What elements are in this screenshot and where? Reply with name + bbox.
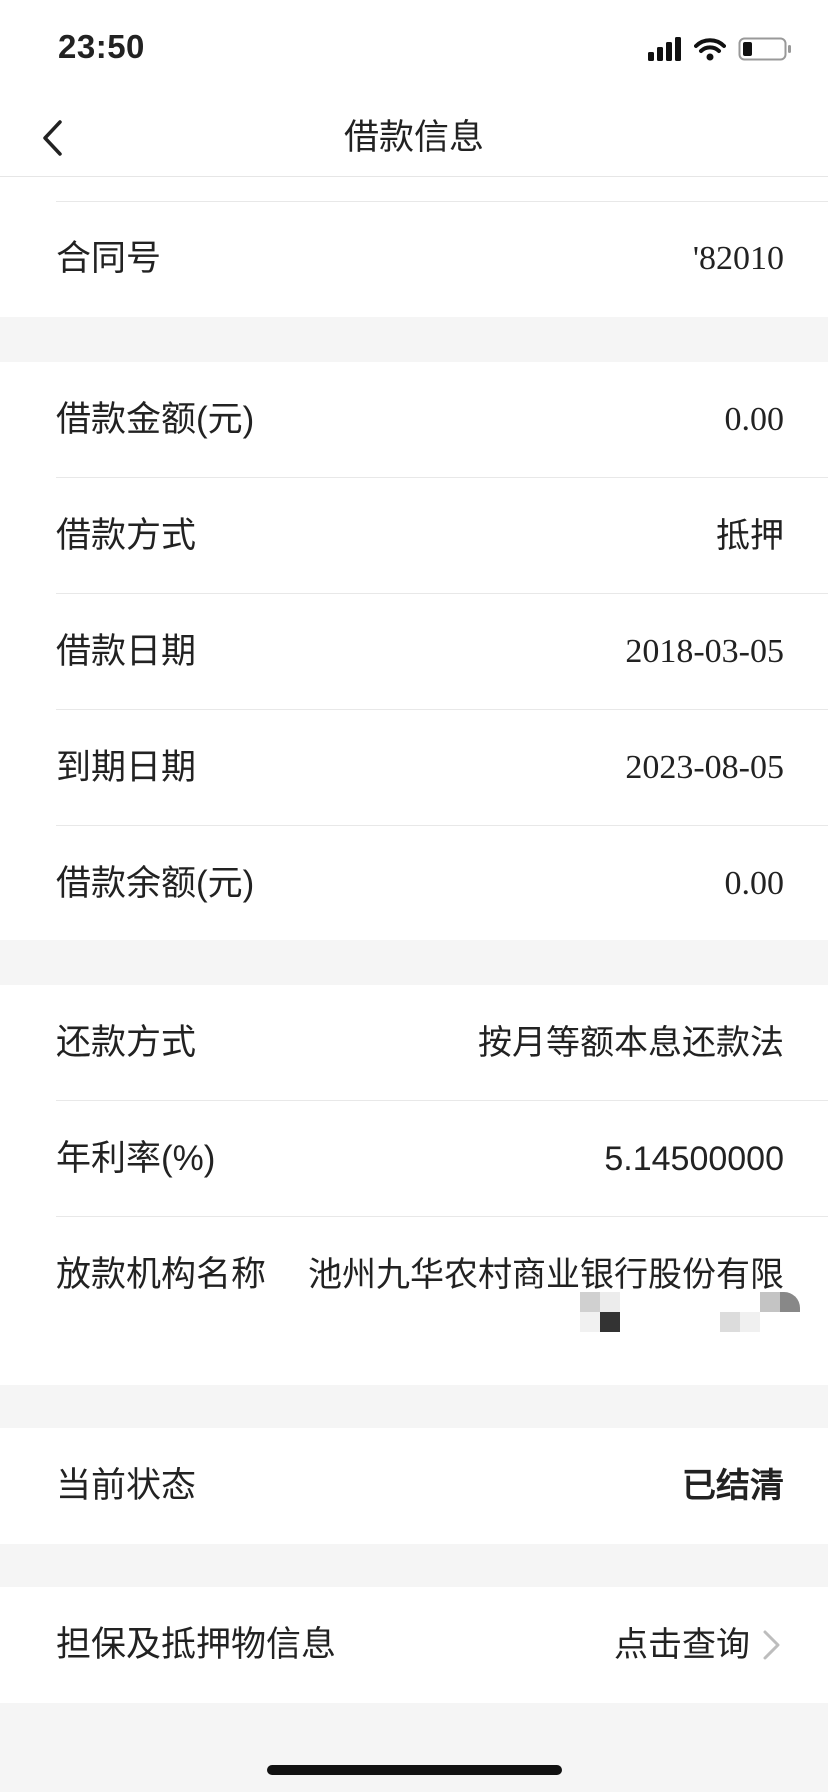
repay-method-label: 还款方式 [56, 1023, 197, 1062]
loan-method-row: 借款方式 抵押 [0, 478, 828, 594]
system-icons [648, 36, 792, 66]
query-link[interactable]: 点击查询 [614, 1587, 750, 1703]
home-indicator [267, 1765, 562, 1775]
due-date-row: 到期日期 2023-08-05 [0, 710, 828, 826]
due-date-label: 到期日期 [56, 748, 197, 787]
nav-bar: 借款信息 [0, 100, 828, 177]
contract-card: 合同号 '82010 [0, 177, 828, 317]
guarantee-label: 担保及抵押物信息 [56, 1625, 337, 1664]
loan-method-label: 借款方式 [56, 516, 197, 555]
wifi-icon [694, 37, 726, 66]
status-bar: 23:50 [0, 0, 828, 100]
status-card: 当前状态 已结清 [0, 1428, 828, 1544]
loan-card: 借款金额(元) 0.00 借款方式 抵押 借款日期 2018-03-05 到期日… [0, 362, 828, 940]
repayment-card: 还款方式 按月等额本息还款法 年利率(%) 5.14500000 放款机构名称 … [0, 985, 828, 1385]
loan-amount-row: 借款金额(元) 0.00 [0, 362, 828, 478]
annual-rate-label: 年利率(%) [56, 1139, 216, 1178]
loan-amount-value: 0.00 [724, 401, 785, 438]
contract-row: 合同号 '82010 [0, 201, 828, 317]
guarantee-row[interactable]: 担保及抵押物信息 点击查询 [0, 1587, 828, 1703]
loan-balance-label: 借款余额(元) [56, 864, 255, 903]
loan-balance-value: 0.00 [724, 865, 785, 902]
chevron-right-icon [763, 1630, 780, 1660]
loan-amount-label: 借款金额(元) [56, 400, 255, 439]
guarantee-card[interactable]: 担保及抵押物信息 点击查询 [0, 1587, 828, 1703]
page-title: 借款信息 [343, 118, 484, 157]
loan-method-value: 抵押 [716, 517, 784, 555]
repay-method-value: 按月等额本息还款法 [478, 1024, 784, 1062]
contract-label: 合同号 [56, 239, 162, 278]
repay-method-row: 还款方式 按月等额本息还款法 [0, 985, 828, 1101]
status-time: 23:50 [58, 28, 145, 65]
loan-balance-row: 借款余额(元) 0.00 [0, 826, 828, 942]
loan-date-label: 借款日期 [56, 632, 197, 671]
cellular-signal-icon [648, 36, 682, 66]
battery-icon [738, 36, 792, 67]
lender-row: 放款机构名称 池州九华农村商业银行股份有限 [0, 1217, 828, 1385]
contract-value: '82010 [692, 240, 784, 277]
status-row: 当前状态 已结清 [0, 1428, 828, 1544]
annual-rate-value: 5.14500000 [604, 1140, 784, 1178]
loan-date-row: 借款日期 2018-03-05 [0, 594, 828, 710]
redacted-mosaic [580, 1292, 800, 1332]
due-date-value: 2023-08-05 [625, 749, 784, 786]
status-badge: 已结清 [682, 1467, 784, 1505]
loan-date-value: 2018-03-05 [625, 633, 784, 670]
status-label: 当前状态 [56, 1466, 197, 1505]
lender-label: 放款机构名称 [56, 1255, 267, 1294]
annual-rate-row: 年利率(%) 5.14500000 [0, 1101, 828, 1217]
